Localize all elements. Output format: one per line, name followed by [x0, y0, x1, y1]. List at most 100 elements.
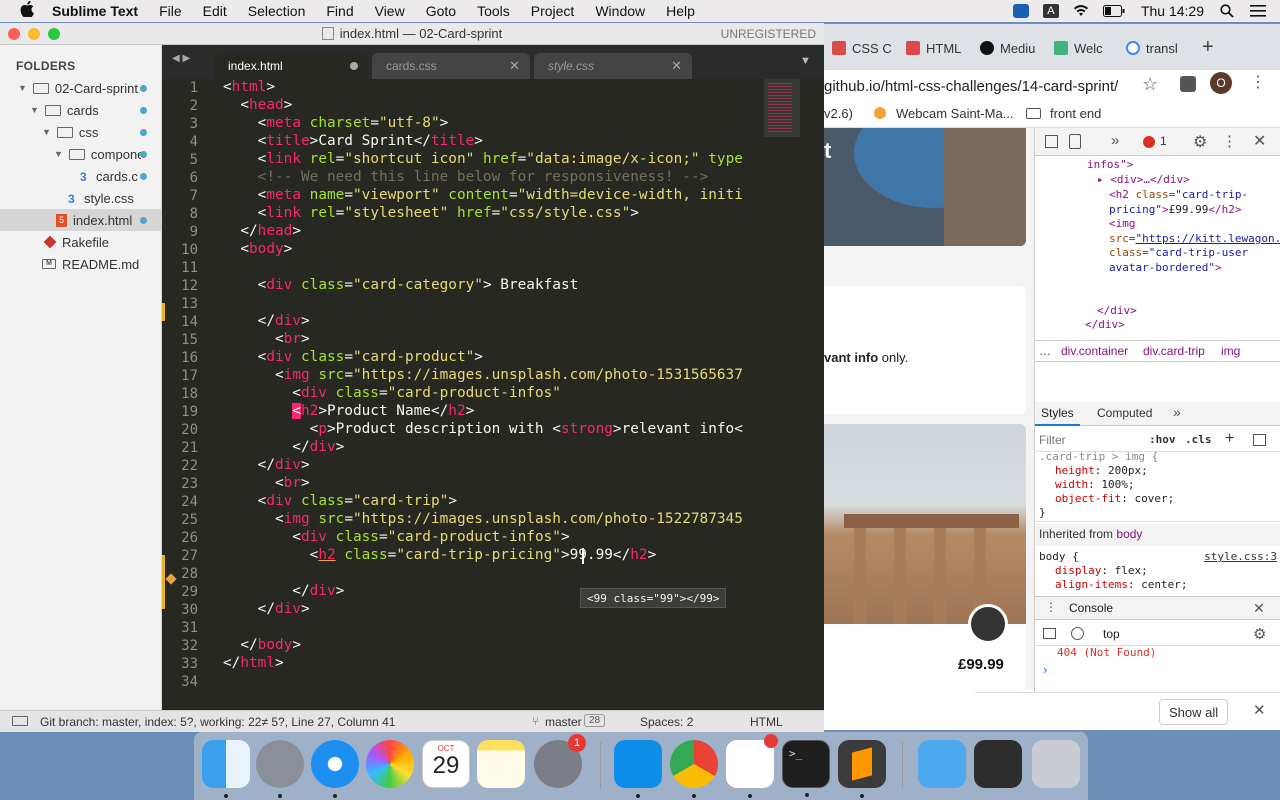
tab-history-arrows-icon[interactable]: ◀ ▶: [172, 53, 190, 64]
trash-icon[interactable]: [1032, 740, 1080, 788]
finder-icon[interactable]: [202, 740, 250, 798]
bookmark-item[interactable]: Webcam Saint-Ma...: [896, 106, 1014, 121]
chrome-icon[interactable]: [670, 740, 718, 798]
clock[interactable]: Thu 14:29: [1141, 3, 1204, 19]
minimize-window-button[interactable]: [28, 28, 40, 40]
autocomplete-popup[interactable]: <99 class="99"></99>: [580, 588, 727, 608]
tree-item-css[interactable]: ▼ css: [0, 121, 162, 143]
console-tab[interactable]: Console: [1069, 601, 1113, 615]
tree-item-cards-css[interactable]: 3 cards.c: [0, 165, 162, 187]
chrome-tab-translate[interactable]: transl: [1126, 38, 1196, 58]
close-tab-icon[interactable]: ✕: [509, 58, 520, 74]
close-drawer-icon[interactable]: ✕: [1253, 600, 1265, 617]
close-download-bar-icon[interactable]: ✕: [1253, 701, 1266, 719]
chrome-tab-css[interactable]: CSS C: [832, 38, 898, 58]
tree-item-cards[interactable]: ▼ cards: [0, 99, 162, 121]
menu-find[interactable]: Find: [326, 3, 353, 19]
close-window-button[interactable]: [8, 28, 20, 40]
tree-item-rakefile[interactable]: Rakefile: [0, 231, 162, 253]
tree-item-style-css[interactable]: 3 style.css: [0, 187, 162, 209]
tab-style-css[interactable]: style.css ✕: [534, 53, 692, 79]
minimap[interactable]: [764, 79, 824, 710]
tree-item-components[interactable]: ▼ compone: [0, 143, 162, 165]
wifi-icon[interactable]: [1073, 4, 1089, 18]
menu-edit[interactable]: Edit: [203, 3, 227, 19]
safari-icon[interactable]: [311, 740, 359, 798]
add-rule-icon[interactable]: +: [1225, 430, 1234, 448]
menu-window[interactable]: Window: [595, 3, 645, 19]
breadcrumb-item[interactable]: img: [1221, 344, 1240, 358]
menu-view[interactable]: View: [375, 3, 405, 19]
breadcrumb-item[interactable]: div.container: [1061, 344, 1128, 358]
tab-cards-css[interactable]: cards.css ✕: [372, 53, 530, 79]
code-editor[interactable]: 1 2 3 4 5 6 7 8 9 10 11 12 13 14 15 16 17 18 19 20 21 22 23 24 2…: [162, 79, 824, 710]
bookmark-item[interactable]: v2.6): [824, 106, 853, 121]
apple-icon[interactable]: [17, 0, 37, 21]
address-bar[interactable]: github.io/html-css-challenges/14-card-sp…: [824, 74, 1130, 98]
calendar-icon[interactable]: OCT 29: [422, 740, 470, 788]
extensions-icon[interactable]: [1180, 76, 1196, 92]
styles-filter-input[interactable]: [1039, 431, 1135, 449]
menu-help[interactable]: Help: [666, 3, 695, 19]
notes-icon[interactable]: [477, 740, 525, 788]
close-devtools-icon[interactable]: ✕: [1253, 131, 1266, 151]
menu-selection[interactable]: Selection: [248, 3, 306, 19]
tree-item-02-card-sprint[interactable]: ▼ 02-Card-sprint: [0, 77, 162, 99]
class-toggle[interactable]: .cls: [1185, 433, 1212, 446]
bookmark-star-icon[interactable]: ☆: [1142, 74, 1158, 95]
app-menu[interactable]: Sublime Text: [52, 3, 138, 19]
tab-index-html[interactable]: index.html: [214, 53, 368, 79]
menu-file[interactable]: File: [159, 3, 182, 19]
spotlight-search-icon[interactable]: [1220, 4, 1236, 18]
drawer-menu-icon[interactable]: ⋮: [1045, 600, 1057, 614]
more-tabs-icon[interactable]: »: [1111, 132, 1119, 149]
show-all-button[interactable]: Show all: [1159, 699, 1229, 725]
bookmark-folder[interactable]: front end: [1050, 106, 1101, 121]
zoom-window-button[interactable]: [48, 28, 60, 40]
more-menu-icon[interactable]: ⋮: [1250, 72, 1266, 92]
context-selector[interactable]: top: [1103, 627, 1120, 641]
profile-avatar[interactable]: O: [1210, 72, 1232, 94]
syntax-setting[interactable]: HTML: [750, 715, 783, 729]
settings-gear-icon[interactable]: ⚙: [1193, 132, 1207, 152]
recent-window-thumbnail[interactable]: [974, 740, 1022, 788]
chrome-tab-medium[interactable]: Mediu: [980, 38, 1050, 58]
styles-tab[interactable]: Styles: [1035, 402, 1080, 426]
menu-tools[interactable]: Tools: [477, 3, 510, 19]
code-area[interactable]: <html> <head> <meta charset="utf-8"> <ti…: [162, 78, 762, 709]
battery-icon[interactable]: [1102, 4, 1125, 18]
system-preferences-icon[interactable]: 1: [534, 734, 586, 788]
launchpad-icon[interactable]: [256, 740, 304, 798]
tree-item-readme[interactable]: M README.md: [0, 253, 162, 275]
inherited-element[interactable]: body: [1116, 527, 1142, 541]
tab-overflow-icon[interactable]: ▼: [800, 55, 811, 67]
branch-name[interactable]: master: [545, 715, 582, 729]
tree-item-index-html[interactable]: 5 index.html: [0, 209, 162, 231]
console-settings-icon[interactable]: ⚙: [1253, 625, 1266, 643]
chrome-tab-html[interactable]: HTML: [906, 38, 976, 58]
sidebar-toggle-icon[interactable]: [1253, 434, 1266, 446]
error-count[interactable]: 1: [1160, 134, 1167, 148]
elements-tree[interactable]: infos"> ▸ <div>…</div> <h2 class="card-t…: [1035, 158, 1280, 338]
inspect-element-icon[interactable]: [1045, 135, 1058, 148]
breadcrumb-item[interactable]: div.card-trip: [1143, 344, 1205, 358]
device-toolbar-icon[interactable]: [1069, 134, 1081, 149]
chrome-tab-welcome[interactable]: Welc: [1054, 38, 1122, 58]
console-prompt-icon[interactable]: ›: [1043, 662, 1047, 677]
terminal-icon[interactable]: >_: [782, 740, 830, 797]
teamviewer-status-icon[interactable]: [1012, 4, 1029, 18]
style-source-link[interactable]: style.css:3: [1204, 550, 1277, 564]
new-tab-icon[interactable]: +: [1202, 36, 1214, 59]
teamviewer-icon[interactable]: [614, 740, 662, 798]
more-panes-icon[interactable]: »: [1173, 404, 1181, 420]
menu-project[interactable]: Project: [531, 3, 575, 19]
hover-state-toggle[interactable]: :hov: [1149, 433, 1176, 446]
menu-goto[interactable]: Goto: [426, 3, 456, 19]
unsaved-dot-icon[interactable]: [350, 62, 358, 70]
sublime-text-icon[interactable]: [838, 740, 886, 798]
computed-tab[interactable]: Computed: [1097, 406, 1152, 420]
clear-console-icon[interactable]: [1071, 627, 1084, 640]
close-tab-icon[interactable]: ✕: [671, 58, 682, 74]
indentation-setting[interactable]: Spaces: 2: [640, 715, 693, 729]
input-source-icon[interactable]: A: [1042, 4, 1059, 18]
